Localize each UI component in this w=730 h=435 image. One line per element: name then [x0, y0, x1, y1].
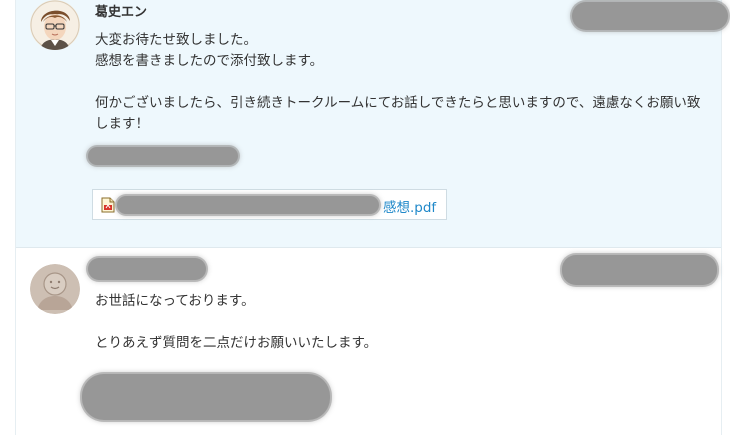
sender-name[interactable]: 葛史エン [95, 1, 147, 20]
avatar[interactable] [30, 0, 80, 50]
illustrated-avatar-icon [30, 0, 80, 50]
redacted-text [88, 147, 238, 165]
attachment-filename[interactable]: 感想.pdf [383, 196, 436, 216]
redacted-filename-prefix [117, 196, 379, 214]
message-item: 葛史エン 大変お待たせ致しました。 感想を書きましたので添付致します。 何かござ… [16, 0, 728, 248]
redacted-timestamp [572, 2, 728, 30]
message-thread: 葛史エン 大変お待たせ致しました。 感想を書きましたので添付致します。 何かござ… [15, 0, 728, 435]
message-body: お世話になっております。 とりあえず質問を二点だけお願いいたします。 [95, 293, 378, 351]
attachment-link[interactable]: 感想.pdf [92, 189, 447, 220]
message-item: お世話になっております。 とりあえず質問を二点だけお願いいたします。 [16, 249, 721, 435]
default-user-avatar-icon[interactable] [30, 264, 80, 314]
pdf-file-icon [101, 197, 115, 213]
redacted-timestamp [562, 255, 717, 285]
message-body: 大変お待たせ致しました。 感想を書きましたので添付致します。 何かございましたら… [95, 32, 701, 132]
redacted-sender-name [88, 258, 206, 280]
redacted-text [82, 374, 330, 420]
